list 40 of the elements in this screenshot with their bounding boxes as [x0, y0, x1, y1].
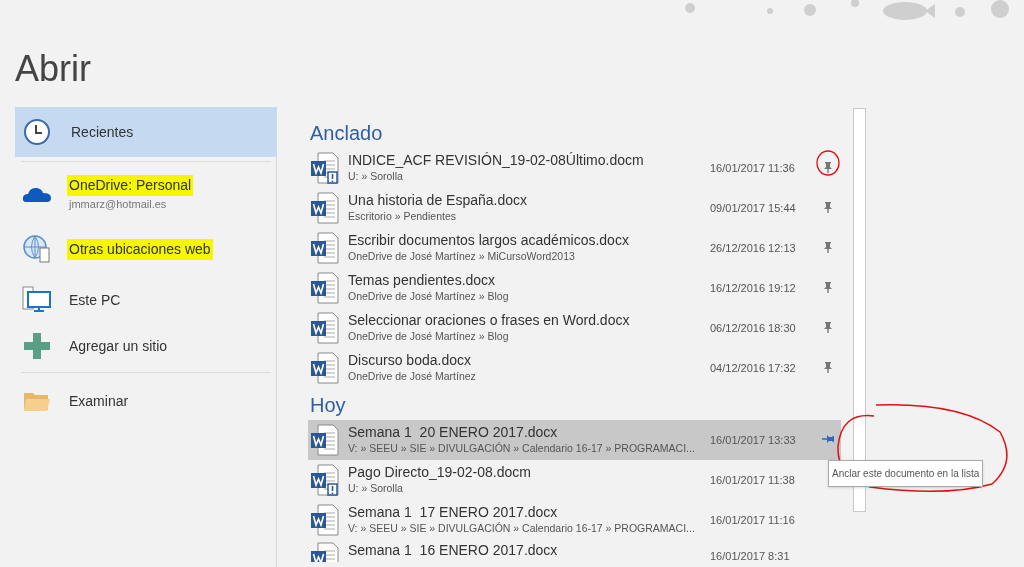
section-heading: Hoy — [310, 393, 347, 418]
file-name: INDICE_ACF REVISIÓN_19-02-08Último.docm — [348, 152, 645, 169]
page-title: Abrir — [15, 47, 91, 91]
modified-date: 16/12/2016 19:12 — [710, 281, 796, 296]
file-path: Escritorio » Pendientes — [348, 209, 457, 223]
file-name: Discurso boda.docx — [348, 352, 472, 369]
modified-date: 16/01/2017 11:36 — [710, 161, 795, 176]
modified-date: 09/01/2017 15:44 — [710, 201, 796, 216]
file-path: V: » SEEU » SIE » DIVULGACIÓN » Calendario 16-17 » PROGRAMACI... — [348, 521, 696, 535]
file-name: Escribir documentos largos académicos.docx — [348, 232, 630, 249]
file-path: V: » SEEU » SIE » DIVULGACIÓN » Calendario 16-17 » PROGRAMACI... — [348, 441, 696, 455]
tooltip: Anclar este documento en la lista — [828, 460, 984, 487]
file-name: Semana 1 16 ENERO 2017.docx — [348, 542, 559, 559]
file-name: Semana 1 20 ENERO 2017.docx — [348, 424, 559, 441]
section-heading: Anclado — [310, 121, 384, 146]
place-label: OneDrive: Personal — [67, 175, 194, 197]
modified-date: 16/01/2017 13:33 — [710, 433, 796, 448]
modified-date: 16/01/2017 11:38 — [710, 473, 795, 488]
file-path: U: » Sorolla — [348, 169, 404, 183]
file-path: U: » Sorolla — [348, 481, 404, 495]
modified-date: 16/01/2017 8:31 — [710, 549, 790, 564]
modified-date: 04/12/2016 17:32 — [710, 361, 796, 376]
account-email: jmmarz@hotmail.es — [69, 197, 167, 213]
modified-date: 06/12/2016 18:30 — [710, 321, 796, 336]
place-label: Recientes — [71, 122, 134, 142]
place-label: Este PC — [69, 290, 121, 310]
file-name: Temas pendientes.docx — [348, 272, 497, 289]
file-name: Seleccionar oraciones o frases en Word.docx — [348, 312, 631, 329]
place-label: Examinar — [69, 391, 129, 411]
file-name: Semana 1 17 ENERO 2017.docx — [348, 504, 559, 521]
place-label: Otras ubicaciones web — [67, 238, 213, 260]
file-path: OneDrive de José Martínez » Blog — [348, 329, 510, 343]
file-path: OneDrive de José Martínez » MiCursoWord2013 — [348, 249, 576, 263]
file-path: OneDrive de José Martínez » Blog — [348, 289, 510, 303]
modified-date: 26/12/2016 12:13 — [710, 241, 796, 256]
modified-date: 16/01/2017 11:16 — [710, 513, 795, 528]
file-name: Pago Directo_19-02-08.docm — [348, 464, 532, 481]
place-label: Agregar un sitio — [69, 336, 168, 356]
file-name: Una historia de España.docx — [348, 192, 528, 209]
file-path: OneDrive de José Martínez — [348, 369, 477, 383]
